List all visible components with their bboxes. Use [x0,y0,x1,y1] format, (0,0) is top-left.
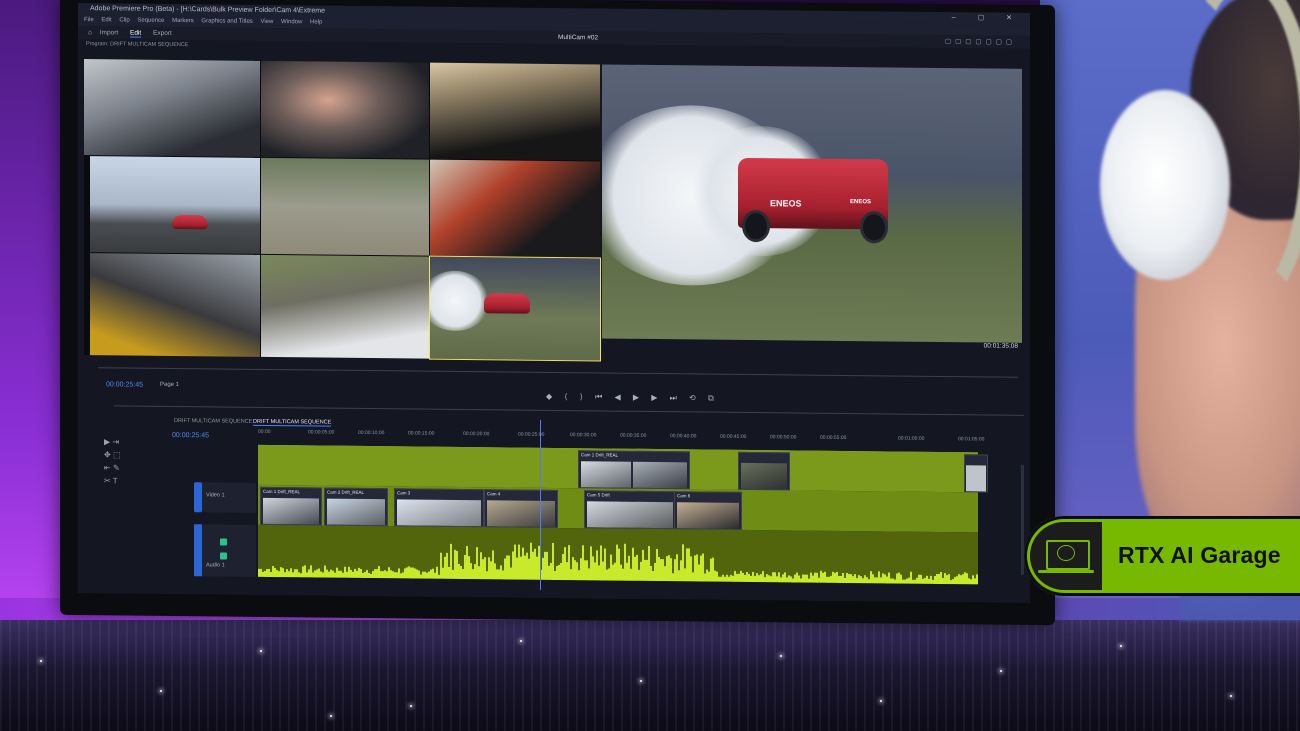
program-scrub-bar[interactable] [98,367,1018,378]
menu-markers[interactable]: Markers [172,18,194,24]
laptop-palette-icon [1030,522,1102,590]
solo-toggle[interactable] [220,552,227,560]
menu-sequence[interactable]: Sequence [137,18,164,24]
menu-help[interactable]: Help [310,19,322,25]
audio-track-label: Audio 1 [206,562,225,569]
camera-angle-1[interactable] [84,59,260,157]
clip[interactable]: Cam 1 Drift_REAL [578,450,690,490]
clip[interactable] [738,451,790,491]
ripple-edit-icon[interactable]: ✥ [104,450,111,459]
menu-file[interactable]: File [84,17,94,23]
headphones-icon [1100,90,1230,280]
sequence-tab-left[interactable]: DRIFT MULTICAM SEQUENCE [174,418,252,425]
camera-angle-2[interactable] [261,60,429,159]
track-select-icon[interactable]: ⇥ [112,437,119,446]
slip-tool-icon[interactable]: ⇤ [104,463,111,472]
menu-window[interactable]: Window [281,19,302,25]
window-controls[interactable]: – ▢ ✕ [952,12,1022,25]
selection-tool-icon[interactable]: ▶ [104,437,110,446]
rtx-ai-garage-badge: RTX AI Garage [1024,516,1300,596]
camera-angle-3[interactable] [430,62,600,161]
program-main-view[interactable]: ENEOS ENEOS [602,64,1022,343]
timeline-timecode[interactable]: 00:00:25:45 [172,432,209,439]
multicam-grid [84,59,601,362]
tab-export[interactable]: Export [153,30,172,37]
waveform-bar [976,574,978,585]
premiere-window: Adobe Premiere Pro (Beta) - [H:\Cards\Bu… [78,2,1030,603]
video-track-header[interactable]: Video 1 [194,482,256,513]
camera-angle-5[interactable] [261,157,429,256]
camera-angle-6[interactable] [430,159,600,258]
home-icon[interactable]: ⌂ [88,29,92,36]
clip[interactable]: Cam 1 Drift_REAL [260,486,322,526]
camera-angle-8[interactable] [261,254,429,359]
tab-edit[interactable]: Edit [129,29,142,38]
pen-tool-icon[interactable]: ✎ [113,463,120,472]
sequence-tab[interactable]: DRIFT MULTICAM SEQUENCE [253,418,332,427]
tools-panel: ▶ ⇥ ✥ ⬚ ⇤ ✎ ✂ T [104,435,150,487]
video-track-label: Video 1 [206,492,225,499]
mute-toggle[interactable] [220,538,227,546]
clip[interactable]: Cam 2 Drift_REAL [324,487,388,527]
type-tool-icon[interactable]: T [113,476,118,485]
badge-title: RTX AI Garage [1118,542,1281,568]
rect-tool-icon[interactable]: ⬚ [113,450,121,459]
program-label: Program: DRIFT MULTICAM SEQUENCE [86,41,189,49]
menu-clip[interactable]: Clip [119,17,129,23]
clip[interactable]: Cam 6 [674,491,742,530]
sponsor-decal-1: ENEOS [770,198,802,209]
project-title: MultiCam #02 [558,34,599,42]
menu-view[interactable]: View [260,19,273,25]
program-zoom-bar[interactable] [114,405,1024,416]
audio-waveform[interactable] [258,524,978,585]
clip[interactable]: Cam 5 Drift [584,490,676,530]
camera-angle-4[interactable] [90,156,260,254]
razor-tool-icon[interactable]: ✂ [104,476,111,485]
workspace-icons[interactable]: ▢▢▢▢▢▢▢ [945,35,1016,49]
clip[interactable] [964,454,988,493]
audio-track-header[interactable]: Audio 1 [194,524,256,577]
clip[interactable]: Cam 4 [484,489,558,529]
menu-graphics[interactable]: Graphics and Titles [201,18,252,25]
timeline-panel: ▶ ⇥ ✥ ⬚ ⇤ ✎ ✂ T DRIFT MULTICAM SEQUENCE … [98,415,1028,603]
sponsor-decal-2: ENEOS [850,199,872,206]
menu-edit[interactable]: Edit [101,17,111,23]
program-duration: 00:01:35:08 [983,342,1018,350]
page-selector[interactable]: Page 1 [160,382,179,388]
playhead[interactable] [540,419,541,590]
camera-angle-9-selected[interactable] [429,255,601,362]
floor-lights [0,620,1300,731]
clip[interactable]: Cam 3 [394,488,484,528]
camera-angle-7[interactable] [90,253,260,357]
tab-import[interactable]: Import [100,29,118,36]
transport-controls[interactable]: ◆ ⟨ ⟩ ⏮ ◀ ▶ ▶ ⏭ ⟲ ⧉ [546,392,719,404]
monitor: Adobe Premiere Pro (Beta) - [H:\Cards\Bu… [60,0,1055,626]
program-timecode[interactable]: 00:00:25:45 [106,381,143,388]
